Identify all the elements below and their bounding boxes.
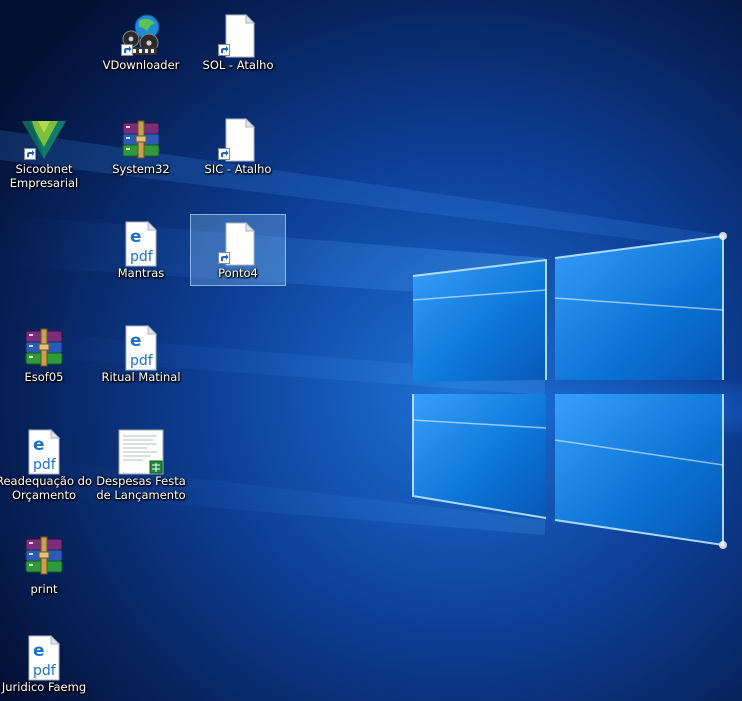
- icon-label: Ponto4: [218, 266, 258, 280]
- desktop-icon-print[interactable]: print: [0, 526, 92, 598]
- edge-pdf-icon: e pdf: [117, 325, 165, 371]
- icon-label: SIC - Atalho: [204, 162, 272, 176]
- icon-label: SOL - Atalho: [202, 58, 274, 72]
- icon-label: Mantras: [117, 266, 165, 280]
- shortcut-arrow-icon: [218, 252, 230, 264]
- blank-file-icon: [214, 13, 262, 59]
- pdf-glyph: pdf: [130, 353, 154, 369]
- icon-label: System32: [112, 162, 170, 176]
- winrar-archive-icon: [20, 533, 68, 579]
- edge-glyph: e: [130, 331, 142, 351]
- edge-glyph: e: [130, 227, 142, 247]
- icon-label: Readequação do Orçamento: [0, 474, 92, 502]
- edge-glyph: e: [33, 641, 45, 661]
- icon-label: print: [30, 582, 58, 596]
- desktop-icon-mantras[interactable]: e pdf Mantras: [93, 214, 189, 286]
- desktop[interactable]: VDownloader SOL - Atalho Sicoobnet Empre…: [0, 0, 742, 701]
- blank-file-icon: [214, 117, 262, 163]
- icon-label: VDownloader: [102, 58, 180, 72]
- icon-label: Sicoobnet Empresarial: [9, 162, 79, 190]
- spreadsheet-document-icon: [117, 429, 165, 475]
- desktop-icon-readequacao-do-orcamento[interactable]: e pdf Readequação do Orçamento: [0, 422, 92, 502]
- icon-label: Juridico Faemg: [1, 680, 87, 694]
- icon-label: Ritual Matinal: [101, 370, 181, 384]
- sicoobnet-logo-icon: [20, 117, 68, 163]
- winrar-archive-icon: [20, 325, 68, 371]
- shortcut-arrow-icon: [24, 148, 36, 160]
- blank-file-icon: [214, 221, 262, 267]
- edge-pdf-icon: e pdf: [20, 635, 68, 681]
- desktop-icon-despesas-festa-de-lancamento[interactable]: Despesas Festa de Lançamento: [93, 422, 189, 502]
- desktop-icon-vdownloader[interactable]: VDownloader: [93, 6, 189, 78]
- desktop-icon-sicoobnet-empresarial[interactable]: Sicoobnet Empresarial: [0, 110, 92, 190]
- desktop-icon-ritual-matinal[interactable]: e pdf Ritual Matinal: [93, 318, 189, 390]
- desktop-icon-ponto4[interactable]: Ponto4: [190, 214, 286, 286]
- desktop-icon-sol-atalho[interactable]: SOL - Atalho: [190, 6, 286, 78]
- icon-label: Esof05: [24, 370, 64, 384]
- desktop-icon-juridico-faemg[interactable]: e pdf Juridico Faemg: [0, 628, 92, 700]
- shortcut-arrow-icon: [218, 44, 230, 56]
- vdownloader-film-globe-icon: [117, 13, 165, 59]
- shortcut-arrow-icon: [121, 44, 133, 56]
- icon-label: Despesas Festa de Lançamento: [96, 474, 186, 502]
- shortcut-arrow-icon: [218, 148, 230, 160]
- desktop-icon-sic-atalho[interactable]: SIC - Atalho: [190, 110, 286, 182]
- winrar-archive-icon: [117, 117, 165, 163]
- edge-pdf-icon: e pdf: [20, 429, 68, 475]
- desktop-icon-system32[interactable]: System32: [93, 110, 189, 182]
- pdf-glyph: pdf: [130, 249, 154, 265]
- edge-pdf-icon: e pdf: [117, 221, 165, 267]
- pdf-glyph: pdf: [33, 457, 57, 473]
- edge-glyph: e: [33, 435, 45, 455]
- pdf-glyph: pdf: [33, 663, 57, 679]
- desktop-icon-esof05[interactable]: Esof05: [0, 318, 92, 390]
